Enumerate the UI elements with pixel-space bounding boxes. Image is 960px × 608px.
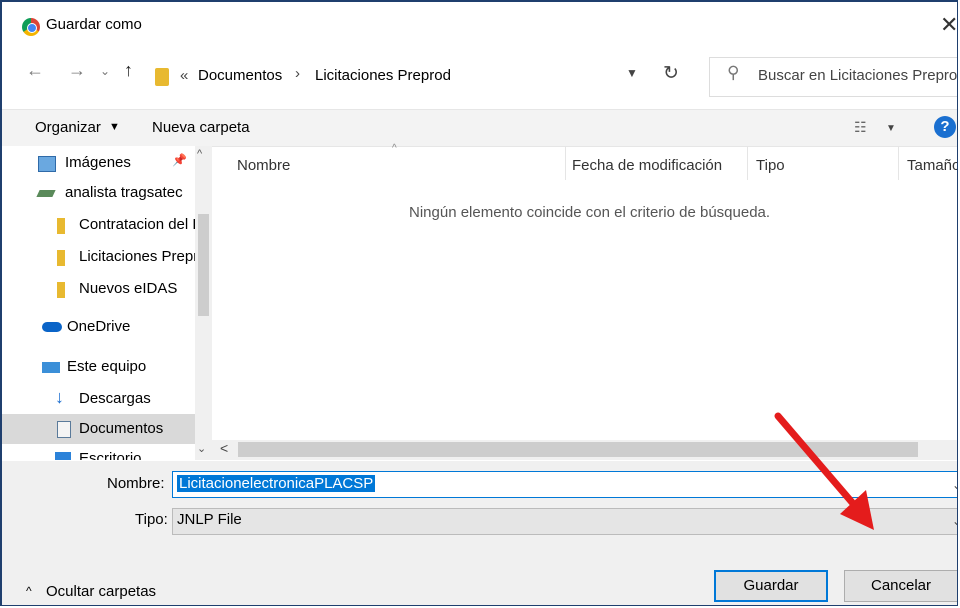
- file-name-dropdown-icon[interactable]: ⌄: [952, 478, 957, 492]
- column-header-nombre[interactable]: Nombre: [237, 157, 290, 174]
- onedrive-icon: [42, 322, 62, 332]
- sidebar-item-contratacion[interactable]: Contratacion del Estado: [2, 210, 211, 240]
- window-title: Guardar como: [46, 16, 142, 33]
- folder-icon: [57, 250, 65, 266]
- sort-indicator-icon: ^: [392, 143, 397, 154]
- sidebar-item-documentos[interactable]: Documentos: [2, 414, 197, 444]
- toolbar: [2, 109, 957, 147]
- sidebar-item-onedrive[interactable]: OneDrive: [2, 312, 197, 342]
- column-header-tamano[interactable]: Tamaño: [907, 157, 957, 174]
- breadcrumb-overflow-icon[interactable]: «: [180, 67, 188, 84]
- sidebar-item-nuevos-eidas[interactable]: Nuevos eIDAS: [2, 274, 197, 304]
- search-icon: ⚲: [727, 63, 740, 82]
- forward-arrow-icon[interactable]: →: [68, 60, 86, 81]
- empty-results-message: Ningún elemento coincide con el criterio…: [409, 204, 771, 221]
- view-caret-icon[interactable]: ▼: [886, 123, 896, 134]
- desktop-icon: [55, 452, 71, 460]
- refresh-icon[interactable]: ↻: [663, 62, 679, 85]
- breadcrumb-documentos[interactable]: Documentos: [198, 67, 282, 84]
- file-name-label: Nombre:: [107, 475, 165, 492]
- sidebar-item-descargas[interactable]: ↓ Descargas: [2, 384, 197, 414]
- sidebar-scroll-thumb[interactable]: [198, 214, 209, 316]
- address-dropdown-icon[interactable]: ▼: [626, 66, 638, 80]
- help-icon[interactable]: ?: [934, 116, 956, 138]
- scroll-down-icon[interactable]: ⌄: [197, 442, 206, 455]
- file-type-label: Tipo:: [135, 511, 168, 528]
- hide-folders-button[interactable]: Ocultar carpetas: [46, 583, 156, 600]
- column-divider[interactable]: [747, 146, 748, 180]
- pictures-icon: [38, 156, 56, 172]
- save-button[interactable]: Guardar: [714, 570, 828, 602]
- up-arrow-icon[interactable]: ↑: [124, 60, 133, 81]
- column-divider[interactable]: [898, 146, 899, 180]
- search-placeholder[interactable]: Buscar en Licitaciones Preprod: [758, 67, 957, 84]
- breadcrumb-separator-icon: ›: [295, 65, 300, 82]
- documents-icon: [57, 421, 71, 438]
- title-bar: [2, 2, 957, 46]
- organize-caret-icon[interactable]: ▼: [109, 121, 120, 133]
- breadcrumb-licitaciones[interactable]: Licitaciones Preprod: [315, 67, 451, 84]
- folder-icon: [155, 68, 169, 86]
- sidebar-item-licitaciones[interactable]: Licitaciones Preprod: [2, 242, 211, 272]
- scroll-up-icon[interactable]: ^: [197, 148, 202, 160]
- collapse-chevron-icon[interactable]: ^: [26, 584, 32, 598]
- cancel-button[interactable]: Cancelar: [844, 570, 957, 602]
- column-divider[interactable]: [565, 146, 566, 180]
- new-folder-button[interactable]: Nueva carpeta: [152, 119, 250, 136]
- sidebar-item-imagenes[interactable]: Imágenes 📌: [2, 148, 197, 178]
- network-drive-icon: [36, 190, 56, 197]
- sidebar-item-escritorio[interactable]: Escritorio: [2, 444, 197, 460]
- arrow-shaft: [774, 412, 866, 518]
- red-annotation-arrow: [774, 412, 874, 530]
- column-header-fecha[interactable]: Fecha de modificación: [572, 157, 722, 174]
- close-icon[interactable]: ✕: [940, 12, 957, 38]
- sidebar-item-analista[interactable]: analista tragsatec: [2, 178, 197, 208]
- folder-icon: [57, 282, 65, 298]
- view-options-icon[interactable]: ☷: [854, 119, 867, 136]
- folder-icon: [57, 218, 65, 234]
- save-as-dialog: Guardar como ✕ ← → ⌄ ↑ « Documentos › Li…: [0, 0, 958, 606]
- navigation-pane: Imágenes 📌 analista tragsatec Contrataci…: [2, 146, 211, 460]
- sidebar-item-este-equipo[interactable]: Este equipo: [2, 352, 197, 382]
- file-type-dropdown-icon[interactable]: ⌄: [952, 514, 957, 528]
- recent-locations-chevron-icon[interactable]: ⌄: [100, 64, 110, 78]
- column-header-tipo[interactable]: Tipo: [756, 157, 785, 174]
- pin-icon: 📌: [172, 153, 187, 167]
- download-icon: ↓: [55, 387, 64, 407]
- organize-button[interactable]: Organizar: [35, 119, 101, 136]
- computer-icon: [42, 362, 60, 373]
- chrome-app-icon: [22, 18, 40, 36]
- file-name-value[interactable]: LicitacionelectronicaPLACSP: [177, 475, 376, 492]
- scroll-left-icon[interactable]: <: [220, 440, 228, 456]
- back-arrow-icon[interactable]: ←: [26, 60, 44, 81]
- file-type-value[interactable]: JNLP File: [177, 511, 242, 528]
